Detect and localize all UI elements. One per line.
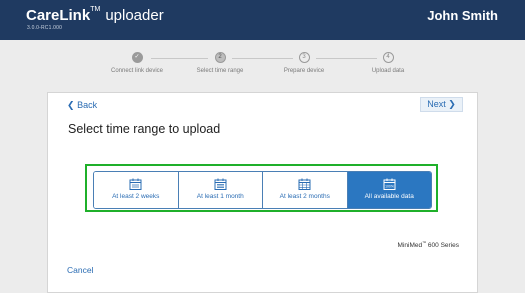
option-label: All available data	[364, 193, 414, 200]
cancel-link[interactable]: Cancel	[67, 265, 93, 275]
time-range-highlight: At least 2 weeks At least 1 month At lea…	[85, 164, 438, 212]
option-all-available-data[interactable]: 100% All available data	[346, 172, 431, 208]
step-select-time-range: 2 Select time range	[175, 48, 265, 74]
device-model-name: MiniMed	[397, 242, 423, 250]
calendar-100-text: 100%	[385, 185, 394, 189]
device-trademark: ™	[422, 240, 427, 245]
step-prepare-device: 3 Prepare device	[259, 48, 349, 74]
time-range-selector: At least 2 weeks At least 1 month At lea…	[93, 171, 432, 209]
option-at-least-1-month[interactable]: At least 1 month	[177, 172, 262, 208]
step-upload-data: 4 Upload data	[343, 48, 433, 74]
calendar-icon	[129, 178, 142, 190]
progress-stepper: ✓ Connect link device 2 Select time rang…	[0, 48, 525, 83]
app-header: CareLinkTM uploader 3.0.0-RC1.000 John Sm…	[0, 0, 525, 40]
user-name: John Smith	[427, 8, 498, 23]
wizard-panel: ❮ Back Next ❯ Select time range to uploa…	[47, 92, 478, 293]
option-label: At least 1 month	[196, 193, 244, 200]
step-label: Connect link device	[110, 68, 164, 74]
next-label: Next	[427, 99, 446, 109]
brand-name: CareLink	[26, 7, 91, 24]
calendar-100-icon: 100%	[383, 178, 396, 190]
option-at-least-2-months[interactable]: At least 2 months	[262, 172, 347, 208]
option-label: At least 2 weeks	[112, 193, 160, 200]
option-label: At least 2 months	[279, 193, 330, 200]
device-series: 600 Series	[427, 242, 459, 250]
next-button[interactable]: Next ❯	[420, 97, 463, 112]
page-title: Select time range to upload	[68, 122, 221, 136]
brand-trademark: TM	[90, 6, 101, 13]
step-number: 3	[298, 52, 310, 63]
step-number: 2	[214, 52, 226, 63]
chevron-left-icon: ❮	[67, 100, 75, 110]
calendar-grid-icon	[298, 178, 311, 190]
back-button[interactable]: ❮ Back	[67, 100, 97, 111]
back-label: Back	[77, 100, 98, 110]
chevron-right-icon: ❯	[448, 99, 456, 109]
step-number: 4	[382, 52, 394, 63]
calendar-icon	[214, 178, 227, 190]
app-logo: CareLinkTM uploader	[26, 6, 164, 24]
step-label: Prepare device	[283, 68, 325, 74]
checkmark-icon: ✓	[131, 52, 143, 63]
version-label: 3.0.0-RC1.000	[27, 25, 63, 31]
step-label: Select time range	[196, 68, 244, 74]
device-model: MiniMed™ 600 Series	[398, 240, 459, 249]
step-label: Upload data	[371, 68, 405, 74]
option-at-least-2-weeks[interactable]: At least 2 weeks	[94, 172, 178, 208]
step-connect-link-device: ✓ Connect link device	[92, 48, 182, 74]
product-name: uploader	[105, 7, 164, 24]
